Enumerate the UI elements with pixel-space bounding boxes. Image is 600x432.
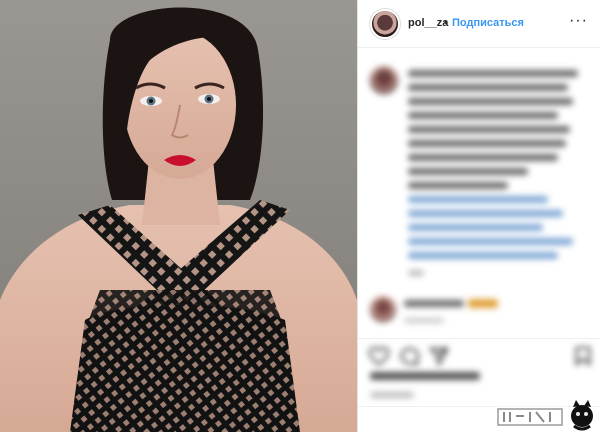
heart-icon[interactable] bbox=[368, 345, 390, 367]
post-actions bbox=[358, 338, 600, 372]
header-separator: • bbox=[444, 17, 448, 29]
caption-line bbox=[408, 126, 570, 133]
comment-emoji bbox=[468, 299, 498, 308]
caption-line bbox=[408, 112, 558, 119]
author-avatar[interactable] bbox=[370, 9, 400, 39]
comment-line bbox=[404, 300, 464, 307]
caption-hashtags[interactable] bbox=[408, 252, 558, 259]
follow-button[interactable]: Подписаться bbox=[452, 17, 524, 29]
author-username[interactable]: pol__za bbox=[408, 17, 448, 29]
site-watermark-logo bbox=[494, 400, 593, 431]
caption-line bbox=[408, 140, 566, 147]
caption-line bbox=[408, 182, 508, 189]
post-date bbox=[370, 392, 414, 398]
caption-avatar bbox=[370, 66, 398, 94]
comment-icon[interactable] bbox=[398, 345, 420, 367]
caption-hashtags[interactable] bbox=[408, 224, 543, 231]
post-side-panel: pol__za • Подписаться ··· bbox=[358, 0, 600, 432]
caption-timestamp bbox=[408, 270, 424, 276]
share-icon[interactable] bbox=[428, 345, 450, 367]
commenter-avatar bbox=[370, 296, 396, 322]
portrait-image bbox=[0, 0, 357, 432]
comment-meta bbox=[404, 318, 444, 323]
caption-hashtags[interactable] bbox=[408, 238, 573, 245]
caption-line bbox=[408, 98, 573, 105]
post-header: pol__za • Подписаться ··· bbox=[358, 0, 600, 48]
caption-line bbox=[408, 168, 528, 175]
bookmark-icon[interactable] bbox=[572, 345, 594, 367]
caption-hashtags[interactable] bbox=[408, 196, 548, 203]
caption-line bbox=[408, 70, 578, 77]
caption-hashtags[interactable] bbox=[408, 210, 563, 217]
caption-line bbox=[408, 154, 558, 161]
more-horizontal-icon[interactable]: ··· bbox=[569, 12, 588, 30]
caption-line bbox=[408, 84, 568, 91]
likes-count[interactable] bbox=[370, 372, 480, 380]
post-photo[interactable] bbox=[0, 0, 357, 432]
